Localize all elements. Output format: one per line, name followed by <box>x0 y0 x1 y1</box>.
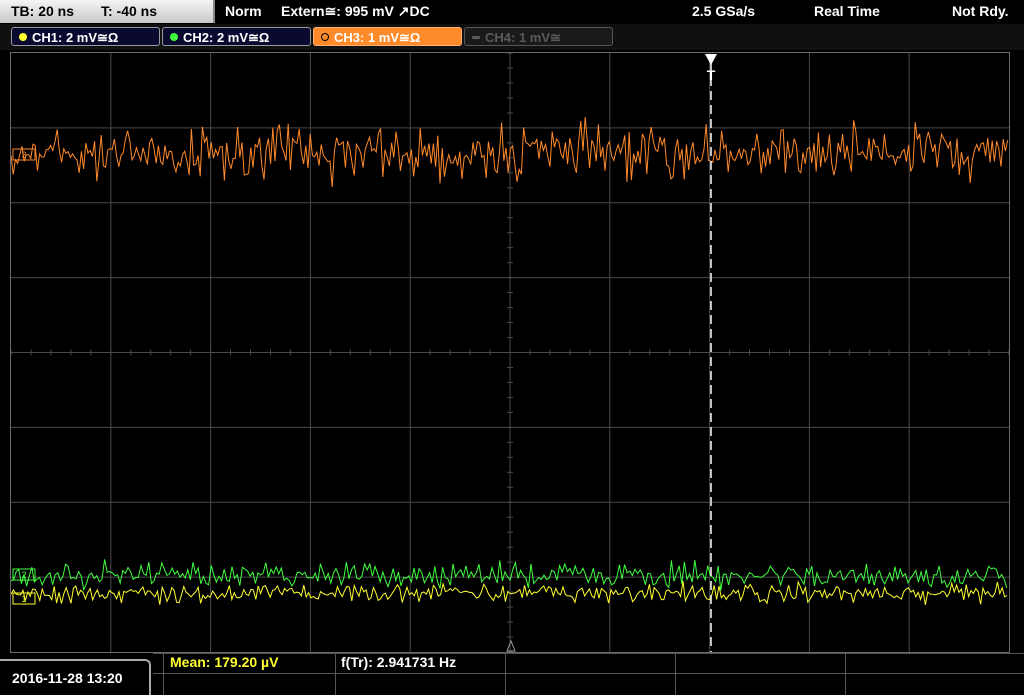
measurement-empty-cell-2[interactable] <box>675 653 845 695</box>
channel-2-label: CH2: 2 mV≅Ω <box>183 30 270 45</box>
channel-4-button[interactable]: CH4: 1 mV≅ <box>464 27 613 46</box>
channel-2-button[interactable]: CH2: 2 mV≅Ω <box>162 27 311 46</box>
measurement-empty-cell-1[interactable] <box>505 653 675 695</box>
acquisition-mode: Real Time <box>814 3 880 19</box>
measurement-mean-cell[interactable]: Mean: 179.20 µV <box>163 653 335 695</box>
trigger-offset-label: T: -40 ns <box>101 3 158 19</box>
acquisition-state: Not Rdy. <box>952 3 1009 19</box>
date-time-display: 2016-11-28 13:20 <box>0 659 151 695</box>
sample-rate: 2.5 GSa/s <box>692 3 756 19</box>
channel-3-label: CH3: 1 mV≅Ω <box>334 30 421 45</box>
timebase-box[interactable]: TB: 20 ns T: -40 ns <box>0 0 215 23</box>
waveform-svg: T 3 2 1 <box>10 52 1010 653</box>
channel-2-trace <box>10 559 1008 592</box>
trigger-marker-label: T <box>707 67 716 83</box>
channel-3-button[interactable]: CH3: 1 mV≅Ω <box>313 27 462 46</box>
measurement-freq-cell[interactable]: f(Tr): 2.941731 Hz <box>335 653 505 695</box>
measurement-empty-cell-3[interactable] <box>845 653 1024 695</box>
channel-bar: CH1: 2 mV≅Ω CH2: 2 mV≅Ω CH3: 1 mV≅Ω CH4:… <box>0 24 1024 50</box>
channel-2-dot-icon <box>170 33 178 41</box>
channel-3-marker-label: 3 <box>21 150 26 160</box>
top-status-bar: TB: 20 ns T: -40 ns Norm Extern≅: 995 mV… <box>0 0 1024 24</box>
channel-4-label: CH4: 1 mV≅ <box>485 30 561 45</box>
center-marker-icon <box>506 639 516 652</box>
channel-1-offset-marker[interactable]: 1 <box>12 592 36 605</box>
timebase-label: TB: 20 ns <box>11 3 75 19</box>
channel-1-label: CH1: 2 mV≅Ω <box>32 30 119 45</box>
channel-1-trace <box>10 580 1008 605</box>
channel-1-marker-label: 1 <box>21 594 26 604</box>
trigger-source[interactable]: Extern≅: 995 mV ↗DC <box>281 0 430 23</box>
channel-4-dot-icon <box>472 36 480 39</box>
measurement-frequency: f(Tr): 2.941731 Hz <box>341 654 457 670</box>
channel-3-dot-icon <box>321 33 329 41</box>
trigger-position-marker-icon[interactable] <box>705 54 717 65</box>
channel-2-marker-label: 2 <box>21 570 26 580</box>
channel-1-button[interactable]: CH1: 2 mV≅Ω <box>11 27 160 46</box>
graticule <box>10 52 1010 653</box>
waveform-display[interactable]: T 3 2 1 <box>10 52 1010 653</box>
channel-2-offset-marker[interactable]: 2 <box>12 568 36 581</box>
channel-1-dot-icon <box>19 33 27 41</box>
trigger-mode[interactable]: Norm <box>225 0 262 23</box>
measurement-mean: Mean: 179.20 µV <box>170 654 279 670</box>
